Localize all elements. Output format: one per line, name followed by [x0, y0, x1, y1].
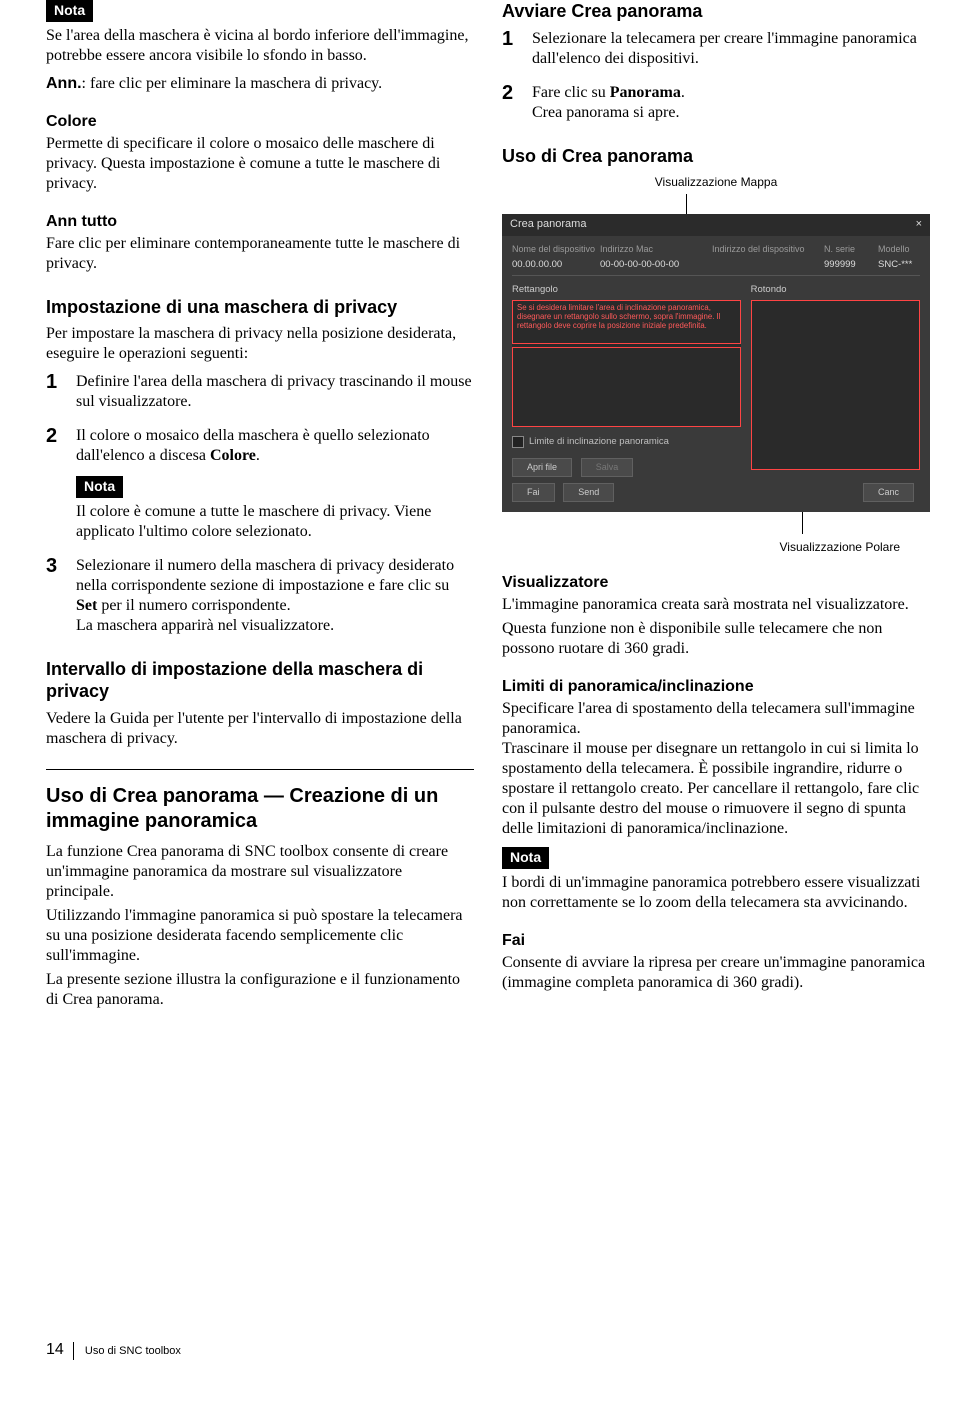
td-model: SNC-*** — [878, 259, 926, 271]
table-row[interactable]: 00.00.00.00 00-00-00-00-00-00 999999 SNC… — [512, 259, 920, 276]
step-1: 1 Definire l'area della maschera di priv… — [46, 372, 474, 412]
fai-heading: Fai — [502, 931, 930, 951]
fai-text: Consente di avviare la ripresa per crear… — [502, 953, 930, 993]
uso-p2: Utilizzando l'immagine panoramica si può… — [46, 906, 474, 966]
step2-bold: Colore — [210, 447, 256, 464]
intervallo-text: Vedere la Guida per l'utente per l'inter… — [46, 709, 474, 749]
colore-text: Permette di specificare il colore o mosa… — [46, 134, 474, 194]
rstep-num-1: 1 — [502, 27, 513, 52]
step3-text-c: per il numero corrispondente. — [97, 597, 290, 614]
caption-polare: Visualizzazione Polare — [502, 540, 930, 555]
rstep-1: 1 Selezionare la telecamera per creare l… — [502, 29, 930, 69]
th-model: Modello — [878, 244, 926, 255]
intervallo-heading: Intervallo di impostazione della mascher… — [46, 658, 474, 703]
th-serial: N. serie — [824, 244, 876, 255]
anntutto-text: Fare clic per eliminare contemporaneamen… — [46, 234, 474, 274]
nota-tag-2: Nota — [76, 476, 123, 498]
th-name: Nome del dispositivo — [512, 244, 598, 255]
rstep2-a: Fare clic su — [532, 84, 610, 101]
rettangolo-label: Rettangolo — [512, 284, 741, 296]
limiti-text: Specificare l'area di spostamento della … — [502, 699, 930, 839]
caption-mappa: Visualizzazione Mappa — [502, 175, 930, 190]
rstep-2: 2 Fare clic su Panorama. Crea panorama s… — [502, 83, 930, 123]
td-mac: 00-00-00-00-00-00 — [600, 259, 710, 271]
visual-p2: Questa funzione non è disponibile sulle … — [502, 619, 930, 659]
step-num-3: 3 — [46, 554, 57, 579]
red-warning-text: Se si desidera limitare l'area di inclin… — [512, 300, 741, 344]
impostazione-heading: Impostazione di una maschera di privacy — [46, 296, 474, 319]
impostazione-intro: Per impostare la maschera di privacy nel… — [46, 324, 474, 364]
rstep2-b: Panorama — [610, 84, 681, 101]
step1-text: Definire l'area della maschera di privac… — [76, 373, 472, 410]
step-3: 3 Selezionare il numero della maschera d… — [46, 556, 474, 636]
td-addr — [712, 259, 822, 271]
ann-label: Ann. — [46, 75, 82, 92]
dialog-title: Crea panorama — [510, 218, 586, 232]
red-rect-area[interactable] — [512, 347, 741, 427]
td-serial: 999999 — [824, 259, 876, 271]
td-name: 00.00.00.00 — [512, 259, 598, 271]
limit-checkbox-label: Limite di inclinazione panoramica — [529, 436, 669, 448]
ann-text: : fare clic per eliminare la maschera di… — [82, 75, 383, 92]
leader-line-bot — [802, 512, 803, 534]
nota-tag-3: Nota — [502, 847, 549, 869]
step-num-2: 2 — [46, 424, 57, 449]
th-mac: Indirizzo Mac — [600, 244, 710, 255]
uso-p3: La presente sezione illustra la configur… — [46, 970, 474, 1010]
close-icon[interactable]: × — [916, 218, 922, 232]
rstep2-c: . — [681, 84, 685, 101]
checkbox-icon[interactable] — [512, 436, 524, 448]
crea-panorama-dialog[interactable]: Crea panorama × Nome del dispositivo Ind… — [502, 214, 930, 512]
page-number: 14 — [46, 1341, 64, 1358]
rotondo-viewer[interactable] — [751, 300, 920, 470]
rettangolo-viewer[interactable]: Se si desidera limitare l'area di inclin… — [512, 300, 741, 426]
step-num-1: 1 — [46, 370, 57, 395]
dialog-figure: Visualizzazione Mappa Crea panorama × No… — [502, 175, 930, 555]
send-button[interactable]: Send — [563, 483, 614, 502]
step3-text-d: La maschera apparirà nel visualizzatore. — [76, 616, 474, 636]
fai-button[interactable]: Fai — [512, 483, 555, 502]
rstep2-d: Crea panorama si apre. — [532, 103, 930, 123]
step-2: 2 Il colore o mosaico della maschera è q… — [46, 426, 474, 542]
ann-line: Ann.: fare clic per eliminare la mascher… — [46, 74, 474, 94]
step2-text-c: . — [256, 447, 260, 464]
anntutto-heading: Ann tutto — [46, 212, 474, 232]
nota3-text: I bordi di un'immagine panoramica potreb… — [502, 873, 930, 913]
limit-checkbox-row[interactable]: Limite di inclinazione panoramica — [512, 436, 741, 448]
footer-text: Uso di SNC toolbox — [85, 1345, 181, 1357]
nota-tag: Nota — [46, 0, 93, 22]
leader-line-top — [686, 194, 687, 214]
colore-heading: Colore — [46, 112, 474, 132]
step3-text-a: Selezionare il numero della maschera di … — [76, 557, 454, 594]
rstep-num-2: 2 — [502, 81, 513, 106]
th-addr: Indirizzo del dispositivo — [712, 244, 822, 255]
uso-di-crea-heading: Uso di Crea panorama — [502, 145, 930, 168]
table-header: Nome del dispositivo Indirizzo Mac Indir… — [512, 244, 920, 255]
step3-bold: Set — [76, 597, 97, 614]
visualizzatore-heading: Visualizzatore — [502, 573, 930, 593]
rotondo-label: Rotondo — [751, 284, 920, 296]
avviare-heading: Avviare Crea panorama — [502, 0, 930, 23]
apri-file-button[interactable]: Apri file — [512, 458, 572, 477]
page-footer: 14 Uso di SNC toolbox — [46, 1340, 930, 1360]
visual-p1: L'immagine panoramica creata sarà mostra… — [502, 595, 930, 615]
uso-p1: La funzione Crea panorama di SNC toolbox… — [46, 842, 474, 902]
limiti-heading: Limiti di panoramica/inclinazione — [502, 677, 930, 697]
uso-crea-panorama-heading: Uso di Crea panorama — Creazione di un i… — [46, 769, 474, 834]
rstep1-text: Selezionare la telecamera per creare l'i… — [532, 30, 917, 67]
salva-button[interactable]: Salva — [581, 458, 634, 477]
footer-divider — [73, 1342, 74, 1360]
nota1-text: Se l'area della maschera è vicina al bor… — [46, 26, 474, 66]
canc-button[interactable]: Canc — [863, 483, 914, 502]
nota2-text: Il colore è comune a tutte le maschere d… — [76, 502, 474, 542]
